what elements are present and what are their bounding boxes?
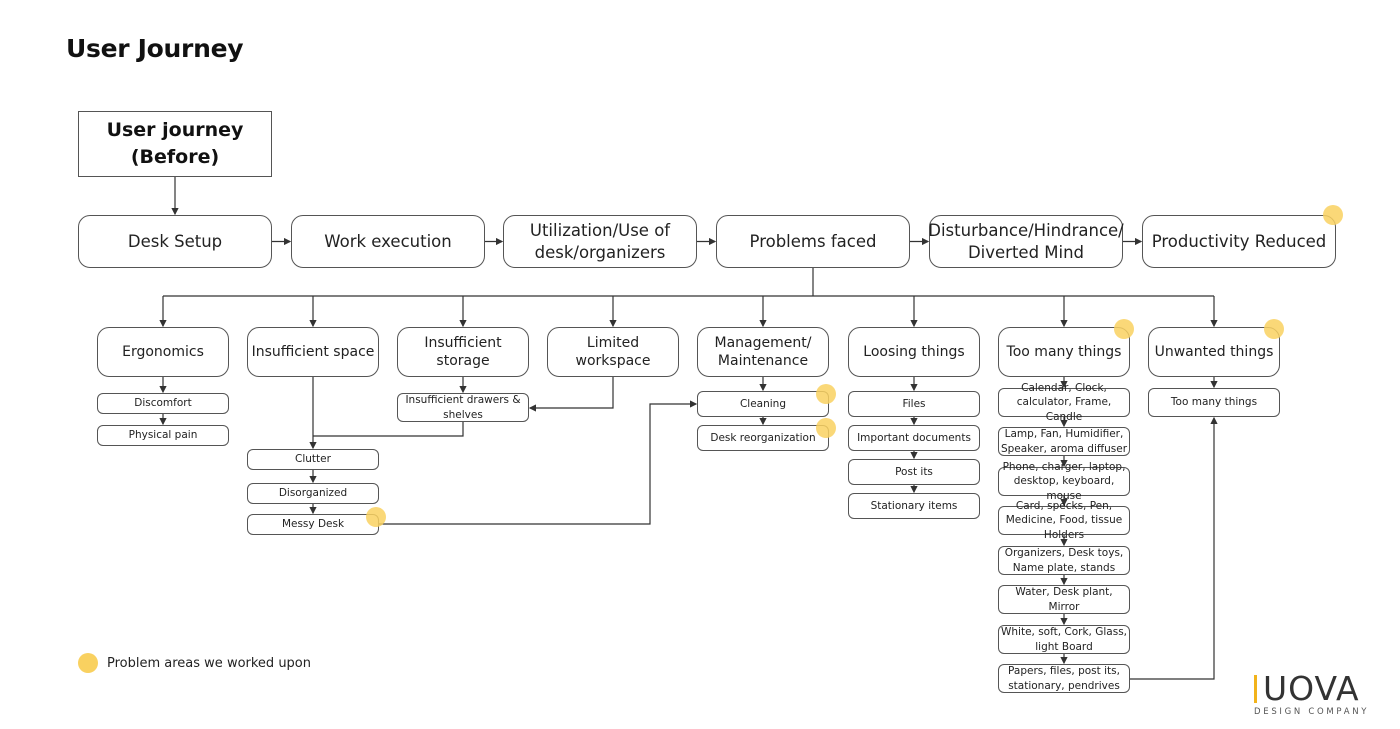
sub-item: Phone, charger, laptop, desktop, keyboar…: [998, 461, 1130, 502]
sub-item: White, soft, Cork, Glass, light Board: [998, 625, 1130, 654]
flow-step-utilization-label: Utilization/Use of desk/organizers: [529, 221, 671, 262]
sub-item-label: Insufficient drawers & shelves: [405, 394, 521, 421]
flow-step-productivity-reduced: Productivity Reduced: [1142, 215, 1336, 268]
sub-item: Disorganized: [247, 483, 379, 504]
sub-item-label: Too many things: [1170, 396, 1258, 409]
flow-step-utilization: Utilization/Use of desk/organizers: [503, 215, 697, 268]
connector-merge: [313, 422, 464, 437]
start-box: User journey (Before): [78, 111, 272, 177]
flow-step-problems-faced: Problems faced: [716, 215, 910, 268]
problem-insufficient-storage-label: Insufficient storage: [424, 334, 502, 369]
logo-subtitle: DESIGN COMPANY: [1254, 707, 1370, 717]
sub-item-label: White, soft, Cork, Glass, light Board: [1001, 626, 1127, 653]
sub-item-label: Papers, files, post its, stationary, pen…: [1008, 665, 1120, 692]
sub-item-label: Lamp, Fan, Humidifier, Speaker, aroma di…: [1000, 428, 1128, 455]
sub-item-label: Card, specks, Pen, Medicine, Food, tissu…: [1005, 500, 1123, 541]
highlight-dot-icon: [366, 507, 386, 527]
sub-item-label: Stationary items: [870, 499, 958, 512]
highlight-dot-icon: [816, 418, 836, 438]
sub-item: Too many things: [1148, 388, 1280, 417]
problem-loosing-things-label: Loosing things: [863, 343, 965, 360]
problem-loosing-things: Loosing things: [848, 327, 980, 377]
flow-step-work-execution: Work execution: [291, 215, 485, 268]
sub-item: Clutter: [247, 449, 379, 470]
logo-accent-bar: [1254, 675, 1257, 703]
problem-unwanted-things-label: Unwanted things: [1154, 343, 1274, 360]
legend-dot-icon: [78, 653, 98, 673]
sub-item-label: Cleaning: [739, 397, 787, 410]
sub-item-label: Discomfort: [134, 397, 192, 410]
flow-step-problems-faced-label: Problems faced: [749, 231, 877, 251]
sub-item: Desk reorganization: [697, 425, 829, 451]
start-label: User journey (Before): [106, 119, 244, 168]
problem-limited-workspace-label: Limited workspace: [575, 334, 651, 369]
sub-item: Physical pain: [97, 425, 229, 446]
sub-item-label: Files: [902, 397, 926, 410]
problem-ergonomics-label: Ergonomics: [122, 343, 204, 360]
sub-item: Calendar, Clock, calculator, Frame, Cand…: [998, 382, 1130, 423]
connector-papers-to-unwanted: [1130, 416, 1218, 680]
sub-item-label: Phone, charger, laptop, desktop, keyboar…: [1002, 461, 1126, 502]
problem-unwanted-things: Unwanted things: [1148, 327, 1280, 377]
problem-too-many-things: Too many things: [998, 327, 1130, 377]
sub-item: Stationary items: [848, 493, 980, 519]
flow-step-disturbance: Disturbance/Hindrance/ Diverted Mind: [928, 215, 1124, 268]
flow-step-desk-setup: Desk Setup: [78, 215, 272, 268]
sub-item-label: Organizers, Desk toys, Name plate, stand…: [1004, 547, 1124, 574]
highlight-dot-icon: [1114, 319, 1134, 339]
highlight-dot-icon: [1323, 205, 1343, 225]
problem-management: Management/ Maintenance: [697, 327, 829, 377]
flow-step-disturbance-label: Disturbance/Hindrance/ Diverted Mind: [928, 221, 1124, 262]
sub-item-label: Physical pain: [128, 429, 198, 442]
sub-item: Post its: [848, 459, 980, 485]
sub-item: Important documents: [848, 425, 980, 451]
sub-item-label: Messy Desk: [281, 518, 345, 531]
problem-management-label: Management/ Maintenance: [714, 334, 812, 369]
sub-item: Water, Desk plant, Mirror: [998, 585, 1130, 614]
flow-step-desk-setup-label: Desk Setup: [127, 231, 223, 251]
sub-item: Files: [848, 391, 980, 417]
problem-insufficient-space: Insufficient space: [247, 327, 379, 377]
company-logo: UOVA DESIGN COMPANY: [1254, 672, 1369, 717]
highlight-dot-icon: [816, 384, 836, 404]
problem-limited-workspace: Limited workspace: [547, 327, 679, 377]
sub-item: Messy Desk: [247, 514, 379, 535]
legend: Problem areas we worked upon: [78, 653, 311, 673]
sub-item: Insufficient drawers & shelves: [397, 393, 529, 422]
connector-messy-to-cleaning: [379, 400, 698, 525]
sub-item: Papers, files, post its, stationary, pen…: [998, 664, 1130, 693]
connector-merge: [528, 377, 614, 412]
sub-item-label: Important documents: [857, 431, 971, 444]
legend-label: Problem areas we worked upon: [107, 655, 312, 671]
sub-item-label: Post its: [895, 465, 933, 478]
sub-item-label: Calendar, Clock, calculator, Frame, Cand…: [1016, 382, 1112, 423]
problem-too-many-things-label: Too many things: [1006, 343, 1122, 360]
sub-item: Lamp, Fan, Humidifier, Speaker, aroma di…: [998, 427, 1130, 456]
flow-step-productivity-reduced-label: Productivity Reduced: [1151, 231, 1327, 251]
flow-step-work-execution-label: Work execution: [324, 231, 452, 251]
sub-item-label: Water, Desk plant, Mirror: [1015, 586, 1113, 613]
logo-name: UOVA: [1263, 669, 1360, 708]
sub-item: Organizers, Desk toys, Name plate, stand…: [998, 546, 1130, 575]
sub-item: Discomfort: [97, 393, 229, 414]
sub-item-label: Disorganized: [278, 487, 348, 500]
highlight-dot-icon: [1264, 319, 1284, 339]
sub-item-label: Clutter: [295, 453, 331, 466]
problem-ergonomics: Ergonomics: [97, 327, 229, 377]
sub-item: Card, specks, Pen, Medicine, Food, tissu…: [998, 500, 1130, 541]
problem-insufficient-storage: Insufficient storage: [397, 327, 529, 377]
problem-insufficient-space-label: Insufficient space: [251, 343, 375, 360]
sub-item: Cleaning: [697, 391, 829, 417]
sub-item-label: Desk reorganization: [710, 431, 816, 444]
